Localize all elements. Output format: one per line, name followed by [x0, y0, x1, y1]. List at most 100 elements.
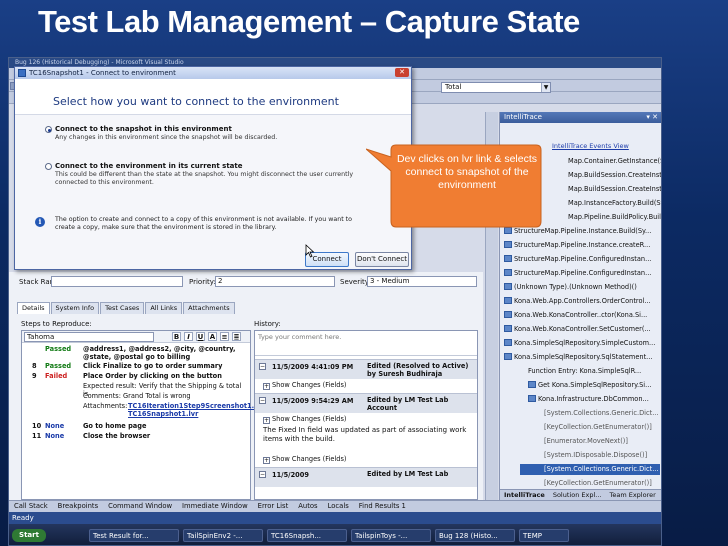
list-item[interactable]: StructureMap.Pipeline.ConfiguredInstan..… — [504, 268, 660, 279]
history-entry-header[interactable]: − 11/5/2009 4:41:09 PM Edited (Resolved … — [255, 359, 477, 379]
step-status: Passed — [45, 345, 72, 353]
list-item[interactable]: Function Entry: Kona.SimpleSqlR... — [528, 366, 660, 377]
collapse-icon[interactable]: − — [259, 397, 266, 404]
show-changes[interactable]: + Show Changes (Fields) — [263, 381, 346, 390]
config-combo[interactable]: Total ▼ — [441, 82, 551, 93]
bullet-list-icon[interactable]: ≡ — [220, 332, 229, 341]
priority-value: 2 — [218, 277, 223, 285]
stack-rank-field[interactable] — [51, 276, 183, 287]
list-item[interactable]: Map.InstanceFactory.Build(Str... — [568, 198, 661, 209]
taskbar-item[interactable]: TailSpinEnv2 -... — [183, 529, 263, 542]
close-icon[interactable]: ▾ ✕ — [646, 112, 658, 123]
tab-solution-explorer[interactable]: Solution Expl... — [553, 491, 602, 499]
priority-field[interactable]: 2 — [215, 276, 335, 287]
expand-icon[interactable]: + — [263, 383, 270, 390]
step-number: 8 — [32, 362, 37, 370]
tab-find-results[interactable]: Find Results 1 — [359, 502, 406, 510]
history-entry-header[interactable]: − 11/5/2009 9:54:29 AM Edited by LM Test… — [255, 393, 477, 413]
dialog-heading: Select how you want to connect to the en… — [15, 79, 411, 115]
list-item[interactable]: [Enumerator.MoveNext()] — [544, 436, 660, 447]
list-item-text: Kona.SimpleSqlRepository.SimpleCustom... — [514, 339, 656, 347]
tab-details[interactable]: Details — [17, 302, 50, 314]
list-item[interactable]: (Unknown Type).(Unknown Method)() — [504, 282, 660, 293]
slide-background: Test Lab Management – Capture State Bug … — [0, 0, 728, 546]
tab-intellitrace[interactable]: IntelliTrace — [504, 491, 545, 499]
tab-autos[interactable]: Autos — [298, 502, 317, 510]
intellitrace-events-link[interactable]: IntelliTrace Events View — [552, 142, 629, 150]
list-item[interactable]: Get Kona.SimpleSqlRepository.Si... — [528, 380, 660, 391]
radio-current-state[interactable] — [45, 163, 52, 170]
bold-icon[interactable]: B — [172, 332, 181, 341]
list-item[interactable]: Map.BuildSession.CreateInstan... — [568, 184, 661, 195]
list-item-text: Get Kona.SimpleSqlRepository.Si... — [538, 381, 652, 389]
chevron-down-icon[interactable]: ▼ — [541, 83, 550, 92]
list-item[interactable]: Map.Container.GetInstance(Sy... — [568, 156, 661, 167]
list-item[interactable]: [KeyCollection.GetEnumerator()] — [544, 422, 660, 433]
history-entry-header[interactable]: − 11/5/2009 Edited by LM Test Lab — [255, 467, 477, 487]
list-item[interactable]: Kona.Infrastructure.DbCommon... — [528, 394, 660, 405]
tab-all-links[interactable]: All Links — [145, 302, 183, 314]
italic-icon[interactable]: I — [184, 332, 193, 341]
taskbar-item[interactable]: Bug 128 (Histo... — [435, 529, 515, 542]
list-item-selected[interactable]: [System.Collections.Generic.Dict... — [520, 464, 660, 475]
tab-team-explorer[interactable]: Team Explorer — [609, 491, 655, 499]
tab-command-window[interactable]: Command Window — [108, 502, 172, 510]
list-item[interactable]: Kona.Web.KonaController.SetCustomer(... — [504, 324, 660, 335]
option-current-state[interactable]: Connect to the environment in its curren… — [45, 162, 355, 187]
list-item[interactable]: StructureMap.Pipeline.ConfiguredInstan..… — [504, 254, 660, 265]
list-item[interactable]: Kona.Web.App.Controllers.OrderControl... — [504, 296, 660, 307]
method-icon — [504, 255, 512, 262]
list-item[interactable]: Map.BuildSession.CreateInstan... — [568, 170, 661, 181]
list-item-text: [Enumerator.MoveNext()] — [544, 437, 628, 445]
steps-editor[interactable]: Tahoma B I U A ≡ ≣ Passed @address1, @ad… — [21, 330, 259, 500]
option-snapshot[interactable]: Connect to the snapshot in this environm… — [45, 125, 278, 142]
list-item[interactable]: [KeyCollection.GetEnumerator()] — [544, 478, 660, 489]
color-icon[interactable]: A — [208, 332, 217, 341]
attachment-lvr-link[interactable]: TC16Snapshot1.lvr — [128, 410, 248, 418]
callout-bubble: Dev clicks on lvr link & selects connect… — [366, 143, 542, 233]
underline-icon[interactable]: U — [196, 332, 205, 341]
taskbar-item[interactable]: TEMP — [519, 529, 569, 542]
list-item[interactable]: StructureMap.Pipeline.Instance.createR..… — [504, 240, 660, 251]
list-item[interactable]: [System.IDisposable.Dispose()] — [544, 450, 660, 461]
taskbar-item[interactable]: Test Result for... — [89, 529, 179, 542]
tab-test-cases[interactable]: Test Cases — [100, 302, 145, 314]
comment-input[interactable]: Type your comment here. — [258, 333, 341, 341]
close-icon[interactable]: ✕ — [395, 68, 409, 77]
step-status: None — [45, 422, 65, 430]
tab-attachments[interactable]: Attachments — [183, 302, 235, 314]
show-changes[interactable]: + Show Changes (Fields) — [263, 415, 346, 424]
list-item[interactable]: Kona.SimpleSqlRepository.SqlStatement... — [504, 352, 660, 363]
tab-breakpoints[interactable]: Breakpoints — [58, 502, 98, 510]
expand-icon[interactable]: + — [263, 417, 270, 424]
tab-immediate-window[interactable]: Immediate Window — [182, 502, 248, 510]
list-item[interactable]: Kona.Web.KonaController..ctor(Kona.Si... — [504, 310, 660, 321]
tab-error-list[interactable]: Error List — [258, 502, 289, 510]
tab-locals[interactable]: Locals — [328, 502, 349, 510]
connect-dialog: TC16Snapshot1 - Connect to environment ✕… — [14, 66, 412, 270]
list-item[interactable]: Kona.SimpleSqlRepository.SimpleCustom... — [504, 338, 660, 349]
dont-connect-button[interactable]: Don't Connect — [355, 252, 409, 267]
start-button[interactable]: Start — [12, 529, 46, 542]
tab-system-info[interactable]: System Info — [50, 302, 100, 314]
collapse-icon[interactable]: − — [259, 363, 266, 370]
number-list-icon[interactable]: ≣ — [232, 332, 241, 341]
option-snapshot-desc: Any changes in this environment since th… — [55, 134, 278, 141]
collapse-icon[interactable]: − — [259, 471, 266, 478]
severity-field[interactable]: 3 - Medium — [367, 276, 477, 287]
taskbar-item[interactable]: TailspinToys -... — [351, 529, 431, 542]
taskbar-item[interactable]: TC16Snapsh... — [267, 529, 347, 542]
intellitrace-title: IntelliTrace — [504, 113, 542, 121]
show-changes[interactable]: + Show Changes (Fields) — [263, 455, 346, 464]
font-combo[interactable]: Tahoma — [24, 332, 154, 342]
list-item[interactable]: [System.Collections.Generic.Dict... — [544, 408, 660, 419]
expand-icon[interactable]: + — [263, 457, 270, 464]
list-item[interactable]: Map.Pipeline.BuildPolicy.Build(S... — [568, 212, 661, 223]
tab-call-stack[interactable]: Call Stack — [14, 502, 48, 510]
attachment-screenshot-link[interactable]: TC16Iteration1Step9Screenshot1.p — [128, 402, 259, 410]
intellitrace-tabs: IntelliTrace Solution Expl... Team Explore… — [500, 489, 661, 500]
radio-snapshot[interactable] — [45, 126, 52, 133]
intellitrace-header: IntelliTrace ▾ ✕ — [500, 112, 661, 123]
status-bar: Ready — [9, 512, 661, 524]
step-comments: Comments: Grand Total is wrong — [83, 392, 191, 400]
